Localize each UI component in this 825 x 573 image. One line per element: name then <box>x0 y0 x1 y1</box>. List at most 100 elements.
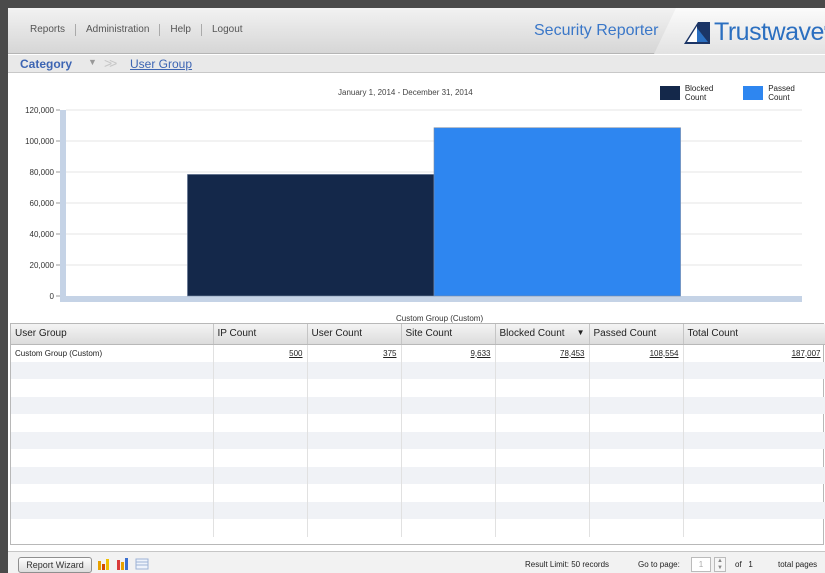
table-view-icon[interactable] <box>135 558 149 570</box>
empty-cell <box>401 466 496 484</box>
empty-table-row <box>11 466 825 484</box>
empty-cell <box>683 519 825 537</box>
total-pages-label: total pages <box>778 560 818 569</box>
stepper-up-icon[interactable]: ▲ <box>715 558 725 565</box>
empty-cell <box>11 519 214 537</box>
page-number-input[interactable]: 1 <box>691 557 711 572</box>
page-stepper[interactable]: ▲ ▼ <box>714 557 726 572</box>
empty-cell <box>307 361 402 379</box>
empty-cell <box>401 449 496 467</box>
empty-cell <box>683 431 825 449</box>
nav-logout[interactable]: Logout <box>202 24 253 36</box>
empty-table-row <box>11 449 825 467</box>
table-header-row: User Group IP Count User Count Site Coun… <box>11 324 825 345</box>
of-label: of 1 <box>735 560 753 569</box>
empty-cell <box>11 501 214 519</box>
column-header-user-group[interactable]: User Group <box>11 324 214 345</box>
empty-cell <box>307 431 402 449</box>
empty-cell <box>401 414 496 432</box>
empty-table-row <box>11 519 825 537</box>
results-table: User Group IP Count User Count Site Coun… <box>10 323 825 545</box>
empty-cell <box>307 379 402 397</box>
cell-ip-count-link[interactable]: 500 <box>213 344 308 362</box>
empty-table-row <box>11 501 825 519</box>
column-header-blocked-label: Blocked Count <box>499 328 565 340</box>
empty-cell <box>495 519 590 537</box>
empty-cell <box>589 361 684 379</box>
table-body: Custom Group (Custom) 500 375 9,633 78,4… <box>11 344 825 537</box>
empty-table-row <box>11 396 825 414</box>
column-header-ip-count[interactable]: IP Count <box>213 324 308 345</box>
cell-site-count-link[interactable]: 9,633 <box>401 344 496 362</box>
empty-cell <box>589 379 684 397</box>
cell-total-count-link[interactable]: 187,007 <box>683 344 825 362</box>
empty-cell <box>401 501 496 519</box>
empty-table-row <box>11 361 825 379</box>
breadcrumb-category[interactable]: Category <box>20 57 72 71</box>
cell-blocked-count-link[interactable]: 78,453 <box>495 344 590 362</box>
breadcrumb-separator-icon: >> <box>104 55 117 71</box>
empty-cell <box>11 379 214 397</box>
empty-cell <box>589 484 684 502</box>
chevron-down-icon[interactable]: ▼ <box>88 57 97 67</box>
chart-plot: 0 20,000 40,000 60,000 80,000 100,000 120,000 <box>25 106 802 302</box>
nav-help[interactable]: Help <box>160 24 202 36</box>
empty-cell <box>495 379 590 397</box>
empty-cell <box>401 431 496 449</box>
empty-cell <box>11 449 214 467</box>
column-header-blocked-count[interactable]: Blocked Count ▼ <box>495 324 590 345</box>
column-header-user-count[interactable]: User Count <box>307 324 402 345</box>
main-nav: Reports Administration Help Logout <box>20 24 253 36</box>
empty-cell <box>401 379 496 397</box>
cell-passed-count-link[interactable]: 108,554 <box>589 344 684 362</box>
empty-table-row <box>11 484 825 502</box>
bar-blocked <box>187 174 435 297</box>
column-header-total-count[interactable]: Total Count <box>683 324 825 345</box>
chart-floor <box>60 296 802 302</box>
empty-cell <box>589 396 684 414</box>
empty-cell <box>589 414 684 432</box>
empty-cell <box>495 449 590 467</box>
stepper-down-icon[interactable]: ▼ <box>715 565 725 572</box>
empty-cell <box>213 519 308 537</box>
cell-user-count-link[interactable]: 375 <box>307 344 402 362</box>
empty-cell <box>213 449 308 467</box>
bar-chart-icon[interactable] <box>97 558 111 570</box>
report-wizard-button[interactable]: Report Wizard <box>18 557 92 573</box>
breadcrumb-user-group[interactable]: User Group <box>130 57 192 71</box>
column-header-passed-count[interactable]: Passed Count <box>589 324 684 345</box>
y-tick-label: 20,000 <box>30 261 55 270</box>
empty-cell <box>401 484 496 502</box>
empty-cell <box>589 466 684 484</box>
y-tick-label: 80,000 <box>30 168 55 177</box>
total-pages-count: 1 <box>748 560 753 569</box>
chart-left-wall <box>60 110 66 302</box>
empty-cell <box>307 449 402 467</box>
of-text: of <box>735 560 742 569</box>
empty-cell <box>11 414 214 432</box>
empty-table-row <box>11 379 825 397</box>
empty-cell <box>401 396 496 414</box>
y-tick-label: 100,000 <box>25 137 54 146</box>
empty-cell <box>683 361 825 379</box>
column-header-site-count[interactable]: Site Count <box>401 324 496 345</box>
empty-cell <box>683 449 825 467</box>
sort-descending-icon[interactable]: ▼ <box>577 328 585 337</box>
empty-cell <box>11 361 214 379</box>
empty-cell <box>213 431 308 449</box>
empty-cell <box>683 466 825 484</box>
bar-passed <box>433 127 681 297</box>
empty-cell <box>213 361 308 379</box>
nav-reports[interactable]: Reports <box>20 24 77 36</box>
empty-cell <box>589 431 684 449</box>
empty-cell <box>683 379 825 397</box>
empty-cell <box>495 361 590 379</box>
empty-table-row <box>11 431 825 449</box>
empty-cell <box>401 519 496 537</box>
stacked-chart-icon[interactable] <box>116 558 130 570</box>
empty-cell <box>683 414 825 432</box>
y-tick-label: 0 <box>50 292 55 301</box>
nav-administration[interactable]: Administration <box>76 24 161 36</box>
y-tick-label: 60,000 <box>30 199 55 208</box>
table-row: Custom Group (Custom) 500 375 9,633 78,4… <box>11 344 825 362</box>
